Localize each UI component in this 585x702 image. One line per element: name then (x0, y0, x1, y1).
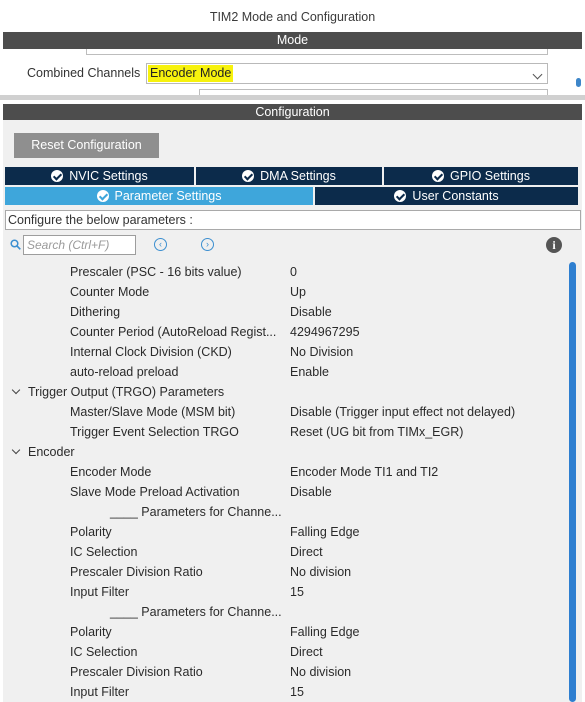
parameter-row[interactable]: IC Selection Direct (5, 642, 565, 662)
tab-label: DMA Settings (260, 169, 336, 183)
parameter-value[interactable]: Direct (290, 642, 323, 662)
check-circle-icon (242, 170, 255, 182)
parameter-name: Counter Mode (70, 285, 150, 299)
tab-label: User Constants (412, 189, 499, 203)
parameter-row[interactable]: Prescaler (PSC - 16 bits value) 0 (5, 262, 565, 282)
parameter-value[interactable]: 15 (290, 582, 304, 602)
parameter-name: ____ Parameters for Channe... (110, 605, 282, 619)
parameter-name: Encoder (28, 445, 75, 459)
check-circle-icon (394, 190, 407, 202)
parameter-name: Prescaler (PSC - 16 bits value) (70, 265, 242, 279)
parameter-value[interactable]: 4294967295 (290, 322, 360, 342)
parameter-value[interactable]: Enable (290, 362, 329, 382)
parameter-row[interactable]: Counter Mode Up (5, 282, 565, 302)
parameter-value[interactable]: Reset (UG bit from TIMx_EGR) (290, 422, 463, 442)
parameter-name: Dithering (70, 305, 121, 319)
parameter-value[interactable]: 0 (290, 262, 297, 282)
parameter-row[interactable]: Polarity Falling Edge (5, 622, 565, 642)
parameter-row[interactable]: Input Filter 15 (5, 582, 565, 602)
parameter-row[interactable]: Polarity Falling Edge (5, 522, 565, 542)
tab-nvic-settings[interactable]: NVIC Settings (5, 167, 194, 185)
parameter-name: Prescaler Division Ratio (70, 665, 203, 679)
mode-panel: Combined Channels Encoder Mode (3, 49, 582, 97)
parameter-name: Polarity (70, 525, 112, 539)
channel-subgroup-row[interactable]: ____ Parameters for Channe... (5, 602, 565, 622)
tab-user-constants[interactable]: User Constants (315, 187, 578, 205)
parameter-name: IC Selection (70, 645, 138, 659)
info-icon[interactable]: i (546, 237, 562, 253)
tab-gpio-settings[interactable]: GPIO Settings (384, 167, 578, 185)
parameter-row[interactable]: Internal Clock Division (CKD) No Division (5, 342, 565, 362)
parameter-name: Input Filter (70, 685, 130, 699)
parameter-name: Encoder Mode (70, 465, 152, 479)
parameter-row[interactable]: Prescaler Division Ratio No division (5, 662, 565, 682)
channel-subgroup-row[interactable]: ____ Parameters for Channe... (5, 502, 565, 522)
parameter-row[interactable]: Prescaler Division Ratio No division (5, 562, 565, 582)
parameter-name: auto-reload preload (70, 365, 179, 379)
parameter-value[interactable]: 15 (290, 682, 304, 702)
tab-label: NVIC Settings (69, 169, 148, 183)
parameter-value[interactable]: Disable (Trigger input effect not delaye… (290, 402, 515, 422)
parameter-row[interactable]: Dithering Disable (5, 302, 565, 322)
parameter-row[interactable]: Slave Mode Preload Activation Disable (5, 482, 565, 502)
search-previous-button[interactable]: ‹ (154, 238, 167, 251)
parameter-value[interactable]: Disable (290, 302, 332, 322)
tab-parameter-settings[interactable]: Parameter Settings (5, 187, 313, 205)
parameter-name: Polarity (70, 625, 112, 639)
combined-channels-label: Combined Channels (27, 66, 141, 80)
parameter-list-scrollbar[interactable] (569, 262, 576, 702)
search-next-button[interactable]: › (201, 238, 214, 251)
combined-channels-dropdown[interactable]: Encoder Mode (146, 63, 548, 84)
parameter-name: Master/Slave Mode (MSM bit) (70, 405, 236, 419)
parameter-value[interactable]: No Division (290, 342, 353, 362)
parameter-value[interactable]: Falling Edge (290, 622, 360, 642)
parameter-name: Trigger Output (TRGO) Parameters (28, 385, 225, 399)
tab-label: Parameter Settings (114, 189, 222, 203)
combined-channels-value: Encoder Mode (148, 65, 234, 82)
mode-scrollbar[interactable] (576, 78, 581, 87)
parameter-name: Input Filter (70, 585, 130, 599)
panel-splitter[interactable] (0, 95, 585, 100)
parameter-row[interactable]: Trigger Event Selection TRGO Reset (UG bi… (5, 422, 565, 442)
parameter-value[interactable]: Falling Edge (290, 522, 360, 542)
parameter-name: Trigger Event Selection TRGO (70, 425, 239, 439)
parameter-value[interactable]: No division (290, 662, 351, 682)
check-circle-icon (96, 190, 109, 202)
parameter-row[interactable]: Encoder Mode Encoder Mode TI1 and TI2 (5, 462, 565, 482)
parameter-value[interactable]: Direct (290, 542, 323, 562)
search-icon (10, 239, 21, 250)
parameter-name: ____ Parameters for Channe... (110, 505, 282, 519)
window-title: TIM2 Mode and Configuration (209, 10, 376, 24)
parameter-value[interactable]: Up (290, 282, 306, 302)
search-input[interactable] (23, 235, 136, 255)
check-circle-icon (432, 170, 445, 182)
chevron-down-icon[interactable] (11, 385, 21, 395)
parameter-name: Prescaler Division Ratio (70, 565, 203, 579)
configure-parameters-hint: Configure the below parameters : (5, 210, 581, 230)
chevron-down-icon[interactable] (11, 445, 21, 455)
parameter-name: Internal Clock Division (CKD) (70, 345, 232, 359)
parameter-value[interactable]: No division (290, 562, 351, 582)
parameter-name: IC Selection (70, 545, 138, 559)
check-circle-icon (51, 170, 64, 182)
parameter-row[interactable]: IC Selection Direct (5, 542, 565, 562)
parameter-value[interactable]: Disable (290, 482, 332, 502)
chevron-down-icon (532, 69, 543, 80)
parameter-value[interactable]: Encoder Mode TI1 and TI2 (290, 462, 438, 482)
tab-label: GPIO Settings (450, 169, 530, 183)
parameter-row[interactable]: auto-reload preload Enable (5, 362, 565, 382)
configuration-section-header: Configuration (3, 104, 582, 121)
parameter-name: Counter Period (AutoReload Regist... (70, 325, 277, 339)
parameter-name: Slave Mode Preload Activation (70, 485, 240, 499)
previous-mode-dropdown[interactable] (86, 49, 548, 55)
parameter-row[interactable]: Input Filter 15 (5, 682, 565, 702)
tab-dma-settings[interactable]: DMA Settings (196, 167, 382, 185)
parameter-row[interactable]: Master/Slave Mode (MSM bit) Disable (Trig… (5, 402, 565, 422)
parameter-group-row[interactable]: Trigger Output (TRGO) Parameters (5, 382, 565, 402)
parameter-group-row[interactable]: Encoder (5, 442, 565, 462)
parameter-list: Prescaler (PSC - 16 bits value) 0 Counter … (5, 262, 565, 702)
parameter-row[interactable]: Counter Period (AutoReload Regist... 4294… (5, 322, 565, 342)
mode-section-header: Mode (3, 32, 582, 49)
reset-configuration-button[interactable]: Reset Configuration (14, 133, 159, 158)
